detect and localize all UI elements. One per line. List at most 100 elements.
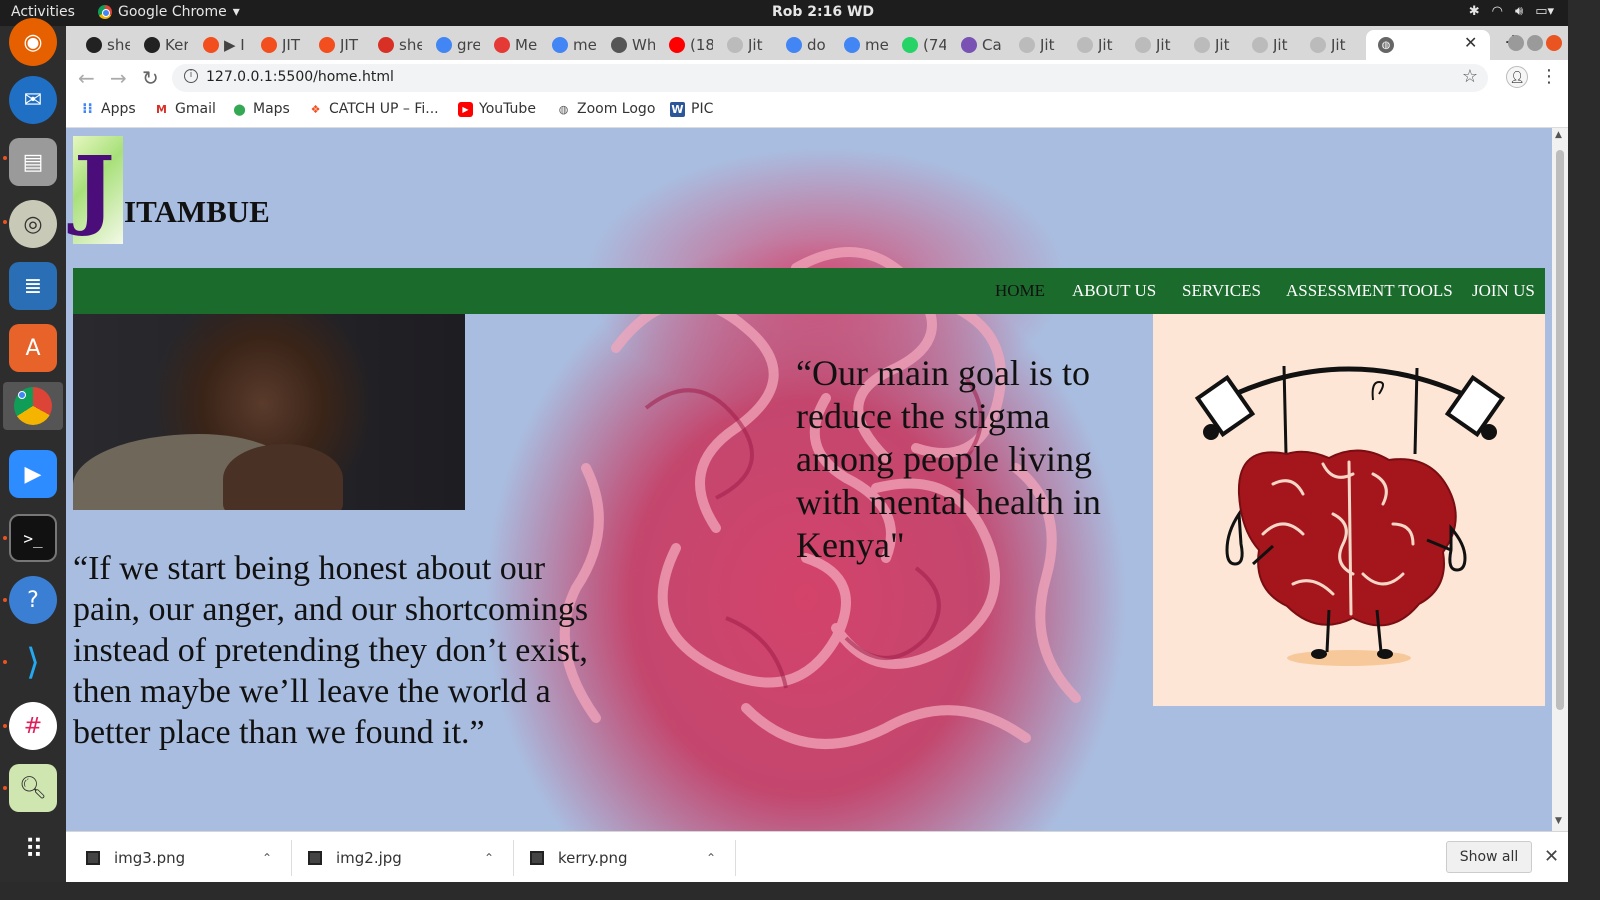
tab-0[interactable]: she [74,30,130,60]
tab-label: Me [515,36,538,54]
bookmark-apps[interactable]: ⁝⁝ Apps [80,101,136,117]
vscode-icon[interactable]: ⟩ [9,638,57,686]
firefox-icon[interactable]: ◉ [9,18,57,66]
tab-15[interactable]: Ca [949,30,1005,60]
reload-button[interactable]: ↻ [142,66,159,90]
tab-16[interactable]: Jit [1007,30,1063,60]
image-viewer-icon[interactable]: 🔍︎ [9,764,57,812]
tab-5[interactable]: she [366,30,422,60]
logo-text[interactable]: ITAMBUE [124,194,270,230]
chrome-menu-button[interactable]: ⋮ [1540,66,1558,87]
tab-11[interactable]: Jit [715,30,771,60]
bookmark-youtube[interactable]: ▶ YouTube [458,101,536,117]
tab-2[interactable]: ▶ I [191,30,247,60]
tab-17[interactable]: Jit [1065,30,1121,60]
nav-home[interactable]: HOME [995,281,1045,301]
bookmark-catch-up[interactable]: ❖ CATCH UP – Fi... [308,101,439,117]
tab-9[interactable]: Wh [599,30,655,60]
tab-label: gre [457,36,480,54]
tab-13[interactable]: me [832,30,888,60]
software-center-icon[interactable]: A [9,324,57,372]
volume-icon[interactable]: 🔊︎ [1515,4,1523,19]
battery-icon[interactable]: ▭▾ [1535,4,1554,19]
bookmark-label: Zoom Logo [577,101,656,117]
tab-6[interactable]: gre [424,30,480,60]
download-item[interactable]: img2.jpg ⌃ [308,832,508,883]
bookmark-label: Apps [101,101,136,117]
close-window-button[interactable] [1546,35,1562,51]
tab-label: Jit [1040,36,1055,54]
file-icon [530,850,544,865]
divider [513,840,514,876]
profile-avatar[interactable]: 👤︎ [1506,66,1528,88]
nav-join-us[interactable]: JOIN US [1472,281,1535,301]
wifi-icon[interactable]: ◠ [1492,4,1503,19]
bookmark-zoom-logo[interactable]: ◍ Zoom Logo [556,101,656,117]
back-button[interactable]: ← [78,66,95,90]
nav-services[interactable]: SERVICES [1182,281,1261,301]
tab-19[interactable]: Jit [1182,30,1238,60]
scrollbar-thumb[interactable] [1556,150,1564,710]
rhythmbox-icon[interactable]: ◎ [9,200,57,248]
tab-14[interactable]: (74 [890,30,946,60]
download-filename: img3.png [114,848,186,867]
help-icon[interactable]: ? [9,576,57,624]
chevron-up-icon[interactable]: ⌃ [484,851,494,865]
download-item[interactable]: kerry.png ⌃ [530,832,730,883]
download-item[interactable]: img3.png ⌃ [86,832,286,883]
tab-7[interactable]: Me [482,30,538,60]
bookmark-gmail[interactable]: M Gmail [154,101,216,117]
address-bar[interactable]: i 127.0.0.1:5500/home.html ☆ [172,64,1488,92]
tab-4[interactable]: JIT [307,30,363,60]
clock[interactable]: Rob 2:16 WD [772,4,874,20]
app-menu[interactable]: Google Chrome ▾ [98,4,240,20]
scroll-up-arrow[interactable]: ▲ [1555,130,1562,140]
tab-label: Jit [1273,36,1288,54]
bookmark-maps[interactable]: ⬤ Maps [232,101,290,117]
tab-18[interactable]: Jit [1123,30,1179,60]
bookmark-pic[interactable]: W PIC [670,101,713,117]
page-scrollbar[interactable]: ▲ ▼ [1552,128,1568,831]
show-all-button[interactable]: Show all [1446,841,1532,873]
tab-1[interactable]: Ker [132,30,188,60]
show-applications-icon[interactable]: ⠿ [9,826,57,874]
accessibility-icon[interactable]: ✱ [1469,4,1480,19]
file-icon [86,850,100,865]
system-tray[interactable]: ✱ ◠ 🔊︎ ▭▾ [1469,4,1554,19]
zoom-icon[interactable]: ▶ [9,450,57,498]
globe-icon [727,37,743,53]
tab-8[interactable]: me [540,30,596,60]
tab-20[interactable]: Jit [1240,30,1296,60]
maximize-button[interactable] [1527,35,1543,51]
tab-label: Jit [748,36,763,54]
chevron-up-icon[interactable]: ⌃ [706,851,716,865]
url-text[interactable]: 127.0.0.1:5500/home.html [206,69,394,85]
bookmark-star-icon[interactable]: ☆ [1462,66,1478,87]
nav-assessment-tools[interactable]: ASSESSMENT TOOLS [1286,281,1453,301]
files-icon[interactable]: ▤ [9,138,57,186]
slack-icon[interactable]: # [9,702,57,750]
thunderbird-icon[interactable]: ✉ [9,76,57,124]
minimize-button[interactable] [1508,35,1524,51]
scroll-down-arrow[interactable]: ▼ [1555,816,1562,826]
tab-3[interactable]: JIT [249,30,305,60]
forward-button[interactable]: → [110,66,127,90]
terminal-icon[interactable]: >_ [9,514,57,562]
tab-close-icon[interactable]: ✕ [1464,33,1477,52]
tab-12[interactable]: do [774,30,830,60]
globe-icon [1252,37,1268,53]
tab-21[interactable]: Jit [1298,30,1354,60]
tab-label: Jit [1156,36,1171,54]
tab-label: she [399,36,422,54]
downloads-shelf: img3.png ⌃ img2.jpg ⌃ kerry.png ⌃ Show a… [66,831,1568,882]
close-shelf-icon[interactable]: ✕ [1544,846,1559,867]
site-info-icon[interactable]: i [184,69,198,83]
activities-button[interactable]: Activities [11,4,75,20]
nav-about-us[interactable]: ABOUT US [1072,281,1156,301]
file-icon [308,850,322,865]
libreoffice-writer-icon[interactable]: ≣ [9,262,57,310]
logo-initial[interactable]: J [74,146,115,232]
tab-10[interactable]: (18 [657,30,713,60]
chrome-dock-icon[interactable] [3,382,63,430]
chevron-up-icon[interactable]: ⌃ [262,851,272,865]
